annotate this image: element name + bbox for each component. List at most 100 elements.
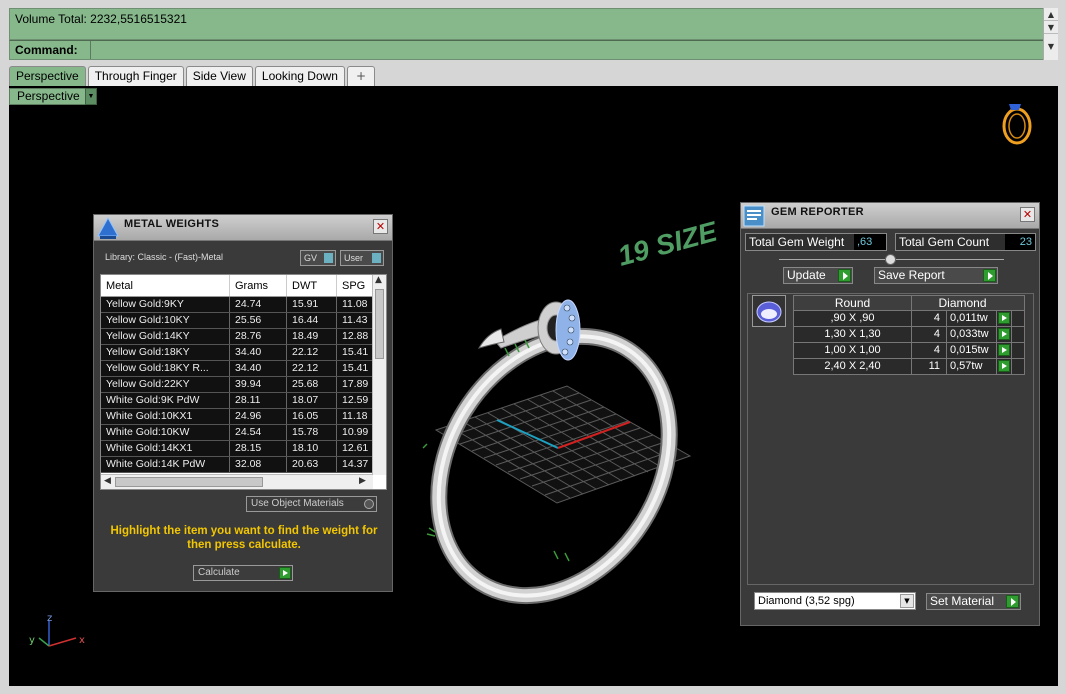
instruction-text: Highlight the item you want to find the … [110, 525, 378, 551]
gem-row-action[interactable] [997, 343, 1012, 358]
toggle-indicator-icon [324, 253, 333, 263]
table-row[interactable]: White Gold:10KX1 24.96 16.05 11.18 [101, 409, 373, 425]
metal-weights-titlebar[interactable]: METAL WEIGHTS ✕ [94, 215, 392, 241]
spg-cell: 15.41 [337, 361, 373, 376]
table-row[interactable]: Yellow Gold:18KY 34.40 22.12 15.41 [101, 345, 373, 361]
scroll-thumb[interactable] [115, 477, 263, 487]
tab-side-view[interactable]: Side View [185, 66, 253, 86]
metal-name-cell: Yellow Gold:10KY [101, 313, 230, 328]
grams-cell: 34.40 [230, 361, 287, 376]
gem-row[interactable]: 1,00 X 1,00 4 0,015tw [793, 343, 1025, 359]
spg-cell: 10.99 [337, 425, 373, 440]
gem-row[interactable]: 2,40 X 2,40 11 0,57tw [793, 359, 1025, 375]
scroll-right-icon[interactable]: ▶ [359, 476, 366, 486]
add-tab-button[interactable]: + [346, 66, 375, 86]
gem-row-action[interactable] [997, 327, 1012, 342]
dwt-cell: 18.49 [287, 329, 337, 344]
gv-toggle[interactable]: GV [300, 250, 336, 266]
grams-cell: 28.76 [230, 329, 287, 344]
table-row[interactable]: Yellow Gold:18KY R... 34.40 22.12 15.41 [101, 361, 373, 377]
save-report-label: Save Report [878, 268, 945, 282]
command-line-scroll-icon[interactable]: ▼ [1044, 40, 1058, 52]
spg-cell: 15.41 [337, 345, 373, 360]
toggle-indicator-icon [372, 253, 381, 263]
command-history: Volume Total: 2232,5516515321 [9, 8, 1058, 40]
report-icon [743, 205, 765, 227]
update-button[interactable]: Update [783, 267, 853, 284]
user-toggle[interactable]: User [340, 250, 384, 266]
table-row[interactable]: Yellow Gold:14KY 28.76 18.49 12.88 [101, 329, 373, 345]
total-gem-weight-value: ,63 [854, 234, 886, 250]
dwt-cell: 16.05 [287, 409, 337, 424]
spg-cell: 11.18 [337, 409, 373, 424]
dwt-cell: 15.78 [287, 425, 337, 440]
table-row[interactable]: White Gold:9K PdW 28.11 18.07 12.59 [101, 393, 373, 409]
grams-cell: 24.54 [230, 425, 287, 440]
column-dwt[interactable]: DWT [287, 275, 337, 296]
column-material: Diamond [938, 296, 987, 310]
slider-knob[interactable] [885, 254, 896, 265]
grams-cell: 34.40 [230, 345, 287, 360]
play-icon[interactable] [998, 344, 1010, 356]
play-icon[interactable] [998, 312, 1010, 324]
scroll-thumb[interactable] [375, 289, 384, 359]
tab-perspective[interactable]: Perspective [9, 66, 86, 86]
scroll-up-icon[interactable]: ▲ [1044, 8, 1058, 21]
gem-table: Round Diamond ,90 X ,90 4 0,011tw 1,30 X 1,… [793, 295, 1025, 375]
viewport-tabs: Perspective Through Finger Side View Loo… [9, 66, 377, 86]
horizontal-scrollbar[interactable]: ◀ ▶ [101, 474, 373, 489]
material-select-value: Diamond (3,52 spg) [758, 595, 855, 607]
scroll-up-icon[interactable]: ▲ [375, 275, 382, 285]
play-icon[interactable] [998, 328, 1010, 340]
grams-cell: 39.94 [230, 377, 287, 392]
dwt-cell: 15.91 [287, 297, 337, 312]
gem-count-cell: 4 [912, 343, 947, 358]
table-row[interactable]: Yellow Gold:9KY 24.74 15.91 11.08 [101, 297, 373, 313]
chevron-down-icon[interactable]: ▼ [900, 594, 914, 608]
tab-looking-down[interactable]: Looking Down [254, 66, 345, 86]
play-icon[interactable] [998, 360, 1010, 372]
calculate-button[interactable]: Calculate [193, 565, 293, 581]
metal-name-cell: White Gold:10KX1 [101, 409, 230, 424]
gem-count-cell: 4 [912, 327, 947, 342]
vertical-scrollbar[interactable]: ▲ [372, 275, 386, 475]
close-icon[interactable]: ✕ [1020, 207, 1035, 222]
gem-row[interactable]: 1,30 X 1,30 4 0,033tw [793, 327, 1025, 343]
table-row[interactable]: Yellow Gold:22KY 39.94 25.68 17.89 [101, 377, 373, 393]
round-gem-icon[interactable] [752, 295, 786, 327]
gem-row-action[interactable] [997, 311, 1012, 326]
column-metal[interactable]: Metal [101, 275, 230, 296]
update-label: Update [787, 268, 826, 282]
play-icon [1006, 595, 1019, 608]
command-line[interactable]: Command: [9, 40, 1058, 60]
table-row[interactable]: White Gold:14KX1 28.15 18.10 12.61 [101, 441, 373, 457]
save-report-button[interactable]: Save Report [874, 267, 998, 284]
gem-size-cell: 1,00 X 1,00 [794, 343, 912, 358]
material-select[interactable]: Diamond (3,52 spg) ▼ [754, 592, 916, 610]
table-row[interactable]: Yellow Gold:10KY 25.56 16.44 11.43 [101, 313, 373, 329]
report-slider[interactable] [779, 254, 1004, 265]
play-icon [838, 269, 851, 282]
command-scrollbar[interactable]: ▲ ▼ ▼ [1043, 8, 1058, 60]
gem-row-action[interactable] [997, 359, 1012, 374]
metal-name-cell: White Gold:14KX1 [101, 441, 230, 456]
use-object-materials-toggle[interactable]: Use Object Materials [246, 496, 377, 512]
scroll-left-icon[interactable]: ◀ [104, 476, 111, 486]
table-row[interactable]: White Gold:10KW 24.54 15.78 10.99 [101, 425, 373, 441]
gem-row[interactable]: ,90 X ,90 4 0,011tw [793, 311, 1025, 327]
gem-reporter-titlebar[interactable]: GEM REPORTER ✕ [741, 203, 1039, 229]
column-spg[interactable]: SPG [337, 275, 373, 296]
gem-size-cell: ,90 X ,90 [794, 311, 912, 326]
metal-name-cell: Yellow Gold:9KY [101, 297, 230, 312]
tab-through-finger[interactable]: Through Finger [87, 66, 184, 86]
grams-cell: 28.15 [230, 441, 287, 456]
spg-cell: 12.61 [337, 441, 373, 456]
dwt-cell: 22.12 [287, 345, 337, 360]
table-row[interactable]: White Gold:14K PdW 32.08 20.63 14.37 [101, 457, 373, 473]
scroll-down-icon[interactable]: ▼ [1044, 21, 1058, 34]
column-grams[interactable]: Grams [230, 275, 287, 296]
metal-name-cell: Yellow Gold:18KY R... [101, 361, 230, 376]
set-material-button[interactable]: Set Material [926, 593, 1021, 610]
total-gem-count-label: Total Gem Count [899, 235, 990, 249]
close-icon[interactable]: ✕ [373, 219, 388, 234]
